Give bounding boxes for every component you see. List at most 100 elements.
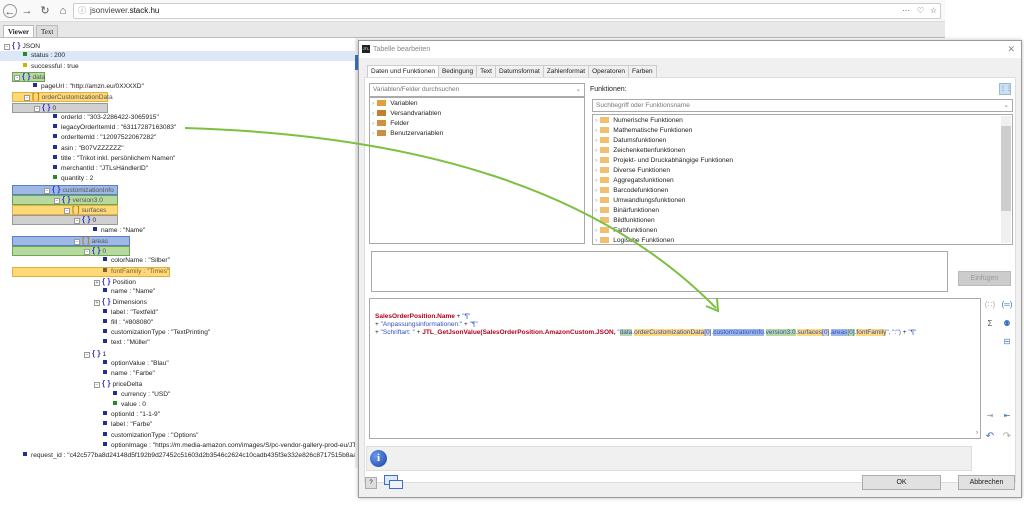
variable-group[interactable]: › Versandvariablen	[370, 109, 584, 119]
function-group[interactable]: › Datumsfunktionen	[593, 136, 1012, 146]
tree-node[interactable]: value : 0	[113, 400, 146, 410]
collapse-icon[interactable]: −	[94, 382, 100, 389]
tree-node[interactable]: +{ } Dimensions	[94, 297, 147, 307]
collapse-icon[interactable]: −	[34, 105, 40, 112]
tree-node[interactable]: currency : "USD"	[113, 390, 170, 400]
function-group[interactable]: › Diverse Funktionen	[593, 166, 1012, 176]
home-icon[interactable]: ⌂	[56, 4, 70, 18]
tree-node[interactable]: −[ ] surfaces	[64, 205, 106, 215]
tree-node[interactable]: −{ } 1	[84, 349, 106, 359]
tree-node[interactable]: name : "Farbe"	[103, 369, 155, 379]
function-group[interactable]: › Zeichenkettenfunktionen	[593, 146, 1012, 156]
function-group[interactable]: › Umwandlungsfunktionen	[593, 196, 1012, 206]
tab-viewer[interactable]: Viewer	[3, 25, 35, 37]
url-bar[interactable]: ⓘ jsonviewer.stack.hu ··· ♡ ☆	[73, 3, 941, 19]
collapse-icon[interactable]: −	[84, 249, 90, 255]
tree-node[interactable]: quantity : 2	[53, 174, 93, 184]
pocket-icon[interactable]: ♡	[917, 4, 924, 18]
undo-icon[interactable]: ↶	[984, 431, 996, 442]
dialog-tab[interactable]: Text	[476, 65, 496, 77]
collapse-icon[interactable]: −	[74, 238, 80, 245]
tree-node[interactable]: label : "Textfeld"	[103, 308, 158, 318]
tree-node[interactable]: colorName : "Silber"	[103, 256, 170, 266]
tree-node[interactable]: optionImage : "https://m.media-amazon.co…	[103, 441, 395, 451]
insert-field-icon[interactable]: ⊟	[1001, 337, 1013, 346]
expand-icon[interactable]: +	[94, 279, 100, 286]
tree-node[interactable]: +{ } Position	[94, 277, 136, 287]
formula-editor[interactable]: SalesOrderPosition.Name + "¶" + "Anpassu…	[369, 298, 981, 439]
tree-node[interactable]: pageUrl : "http://amzn.eu/0XXXXD"	[33, 82, 144, 92]
insert-button[interactable]: Einfügen	[958, 271, 1011, 286]
ok-button[interactable]: OK	[862, 475, 941, 490]
users-icon[interactable]: ⚉	[1001, 319, 1013, 328]
sum-icon[interactable]: Σ	[984, 319, 996, 328]
tree-node[interactable]: title : "Trikot inkl. persönlichem Namen…	[53, 154, 175, 164]
tree-node[interactable]: request_id : "c42c577ba8d24148d5f192b9d2…	[23, 451, 379, 461]
collapse-icon[interactable]: −	[4, 44, 10, 50]
tree-node[interactable]: −{ } 0	[84, 246, 106, 256]
tree-node[interactable]: −[ ] orderCustomizationData	[24, 92, 113, 102]
tree-node[interactable]: customizationType : "Options"	[103, 431, 199, 441]
tree-node[interactable]: status : 200	[23, 51, 65, 61]
outdent-icon[interactable]: ⇤	[1001, 411, 1013, 420]
tree-node[interactable]: orderItemId : "12097522067282"	[53, 133, 156, 143]
indent-icon[interactable]: ⇥	[984, 411, 996, 420]
collapse-icon[interactable]: −	[44, 187, 50, 194]
bookmark-star-icon[interactable]: ☆	[930, 4, 937, 18]
back-arrow-icon[interactable]: ←	[3, 4, 17, 18]
function-group[interactable]: › Aggregatsfunktionen	[593, 176, 1012, 186]
more-icon[interactable]: ···	[902, 4, 910, 18]
tree-node[interactable]: merchantId : "JTLsHändlerID"	[53, 164, 148, 174]
function-group[interactable]: › Bildfunktionen	[593, 216, 1012, 226]
tree-node[interactable]: fill : "#808080"	[103, 318, 153, 328]
function-group[interactable]: › Farbfunktionen	[593, 226, 1012, 236]
collapse-icon[interactable]: −	[74, 218, 80, 225]
tree-node[interactable]: orderId : "303-2286422-3065915"	[53, 113, 159, 123]
tree-node[interactable]: customizationType : "TextPrinting"	[103, 328, 210, 338]
tree-node[interactable]: text : "Müller"	[103, 338, 150, 348]
variable-group[interactable]: › Variablen	[370, 99, 584, 109]
tree-node[interactable]: −[ ] areas	[74, 236, 108, 246]
tree-node[interactable]: name : "Name"	[103, 287, 155, 297]
collapse-icon[interactable]: −	[54, 197, 60, 204]
function-group[interactable]: › Mathematische Funktionen	[593, 126, 1012, 136]
expand-icon[interactable]: +	[94, 300, 100, 307]
function-brackets-icon[interactable]: (═)	[1001, 300, 1013, 309]
scroll-right-icon[interactable]: ›	[976, 430, 978, 436]
dialog-tab[interactable]: Farben	[628, 65, 657, 77]
tree-node[interactable]: successful : true	[23, 62, 79, 72]
tab-text[interactable]: Text	[36, 25, 59, 37]
dialog-tab[interactable]: Datumsformat	[494, 65, 544, 77]
redo-icon[interactable]: ↷	[1001, 431, 1013, 442]
layout-toggle-icon[interactable]: ⋮⋮	[999, 83, 1012, 95]
functions-search-input[interactable]: Suchbegriff oder Funktionsname ⌄	[592, 99, 1013, 112]
tree-node[interactable]: asin : "B07VZZZZZZ"	[53, 144, 124, 154]
tree-node[interactable]: label : "Farbe"	[103, 420, 152, 430]
function-group[interactable]: › Binärfunktionen	[593, 206, 1012, 216]
tree-node[interactable]: −{ } priceDelta	[94, 379, 142, 389]
tree-node[interactable]: name : "Name"	[93, 226, 145, 236]
tree-node[interactable]: −{ } 0	[34, 103, 56, 113]
tree-node[interactable]: −{ } data	[14, 72, 45, 82]
close-icon[interactable]: ✕	[1007, 41, 1015, 58]
variable-group[interactable]: › Benutzervariablen	[370, 129, 584, 139]
function-group[interactable]: › Barcodefunktionen	[593, 186, 1012, 196]
functions-scrollbar[interactable]	[1001, 116, 1011, 243]
tree-node[interactable]: −{ } customizationInfo	[44, 185, 114, 195]
dialog-tab[interactable]: Bedingung	[437, 65, 478, 77]
tree-node[interactable]: fontFamily : "Times"	[103, 267, 169, 277]
variables-search-input[interactable]: Variablen/Felder durchsuchen ⌄	[369, 83, 585, 97]
collapse-icon[interactable]: −	[64, 208, 70, 214]
dialog-tab[interactable]: Daten und Funktionen	[367, 65, 439, 77]
function-group[interactable]: › Logische Funktionen	[593, 236, 1012, 244]
windows-icon[interactable]	[384, 475, 403, 489]
collapse-icon[interactable]: −	[14, 74, 20, 81]
dialog-tab[interactable]: Operatoren	[588, 65, 629, 77]
function-group[interactable]: › Projekt- und Druckabhängige Funktionen	[593, 156, 1012, 166]
reload-icon[interactable]: ↻	[38, 4, 52, 18]
collapse-icon[interactable]: −	[84, 351, 90, 358]
forward-arrow-icon[interactable]: →	[20, 4, 34, 18]
tree-node[interactable]: −{ } version3.0	[54, 195, 103, 205]
variable-group[interactable]: › Felder	[370, 119, 584, 129]
function-group[interactable]: › Numerische Funktionen	[593, 116, 1012, 126]
